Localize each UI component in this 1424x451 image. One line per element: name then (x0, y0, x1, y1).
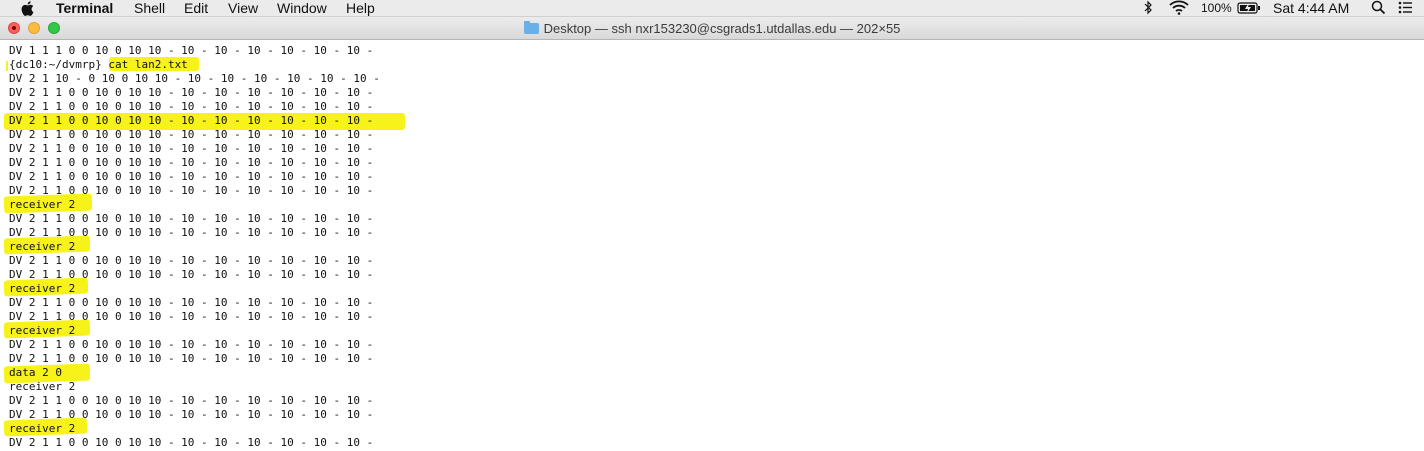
terminal-line: data 2 0 (9, 366, 62, 379)
terminal-line: DV 2 1 1 0 0 10 0 10 10 - 10 - 10 - 10 -… (9, 184, 374, 197)
terminal-output[interactable]: DV 1 1 1 0 0 10 0 10 10 - 10 - 10 - 10 -… (0, 40, 1424, 451)
terminal-line: DV 2 1 1 0 0 10 0 10 10 - 10 - 10 - 10 -… (9, 212, 374, 225)
terminal-line: receiver 2 (9, 240, 76, 253)
terminal-line: DV 2 1 1 0 0 10 0 10 10 - 10 - 10 - 10 -… (9, 268, 374, 281)
menu-shell[interactable]: Shell (134, 0, 165, 17)
menu-edit[interactable]: Edit (184, 0, 208, 17)
highlight-mark (6, 61, 8, 71)
terminal-line: receiver 2 (9, 198, 76, 211)
terminal-line: receiver 2 (9, 422, 76, 435)
terminal-line: receiver 2 (9, 324, 76, 337)
menu-help[interactable]: Help (346, 0, 375, 17)
terminal-line: DV 2 1 1 0 0 10 0 10 10 - 10 - 10 - 10 -… (9, 394, 374, 407)
terminal-line: DV 2 1 1 0 0 10 0 10 10 - 10 - 10 - 10 -… (9, 338, 374, 351)
terminal-line: DV 2 1 1 0 0 10 0 10 10 - 10 - 10 - 10 -… (9, 352, 374, 365)
menu-window[interactable]: Window (277, 0, 327, 17)
close-window-button[interactable] (8, 22, 20, 34)
terminal-line: DV 2 1 1 0 0 10 0 10 10 - 10 - 10 - 10 -… (9, 142, 374, 155)
terminal-line: DV 2 1 1 0 0 10 0 10 10 - 10 - 10 - 10 -… (9, 254, 374, 267)
terminal-line: DV 2 1 1 0 0 10 0 10 10 - 10 - 10 - 10 -… (9, 408, 374, 421)
terminal-line: DV 2 1 1 0 0 10 0 10 10 - 10 - 10 - 10 -… (9, 310, 374, 323)
terminal-line: DV 2 1 1 0 0 10 0 10 10 - 10 - 10 - 10 -… (9, 100, 374, 113)
terminal-line: DV 2 1 1 0 0 10 0 10 10 - 10 - 10 - 10 -… (9, 296, 374, 309)
bluetooth-icon[interactable] (1143, 0, 1153, 17)
terminal-line: DV 2 1 1 0 0 10 0 10 10 - 10 - 10 - 10 -… (9, 156, 374, 169)
terminal-line: DV 2 1 1 0 0 10 0 10 10 - 10 - 10 - 10 -… (9, 128, 374, 141)
window-title-text: Desktop — ssh nxr153230@csgrads1.utdalla… (543, 21, 901, 36)
apple-icon[interactable] (21, 0, 34, 17)
notification-center-icon[interactable] (1398, 0, 1413, 17)
spotlight-search-icon[interactable] (1371, 0, 1386, 17)
minimize-window-button[interactable] (28, 22, 40, 34)
terminal-line: DV 2 1 1 0 0 10 0 10 10 - 10 - 10 - 10 -… (9, 170, 374, 183)
battery-charging-icon[interactable] (1237, 0, 1261, 17)
terminal-line: DV 2 1 10 - 0 10 0 10 10 - 10 - 10 - 10 … (9, 72, 380, 85)
menu-app-name[interactable]: Terminal (56, 0, 113, 17)
terminal-line: DV 2 1 1 0 0 10 0 10 10 - 10 - 10 - 10 -… (9, 86, 374, 99)
terminal-line: DV 2 1 1 0 0 10 0 10 10 - 10 - 10 - 10 -… (9, 226, 374, 239)
terminal-line: receiver 2 (9, 380, 76, 393)
terminal-prompt-line: {dc10:~/dvmrp} cat lan2.txt (9, 58, 188, 71)
menu-bar: Terminal Shell Edit View Window Help 100… (0, 0, 1424, 17)
wifi-icon[interactable] (1169, 0, 1189, 17)
folder-icon (523, 21, 539, 34)
menu-clock[interactable]: Sat 4:44 AM (1273, 0, 1349, 17)
terminal-line: DV 2 1 1 0 0 10 0 10 10 - 10 - 10 - 10 -… (9, 436, 374, 449)
zoom-window-button[interactable] (48, 22, 60, 34)
terminal-line: DV 2 1 1 0 0 10 0 10 10 - 10 - 10 - 10 -… (9, 114, 374, 127)
terminal-line: receiver 2 (9, 282, 76, 295)
window-title: Desktop — ssh nxr153230@csgrads1.utdalla… (0, 17, 1424, 40)
window-titlebar[interactable]: Desktop — ssh nxr153230@csgrads1.utdalla… (0, 17, 1424, 40)
terminal-line: DV 1 1 1 0 0 10 0 10 10 - 10 - 10 - 10 -… (9, 44, 374, 57)
menu-view[interactable]: View (228, 0, 258, 17)
battery-percent: 100% (1201, 1, 1232, 15)
